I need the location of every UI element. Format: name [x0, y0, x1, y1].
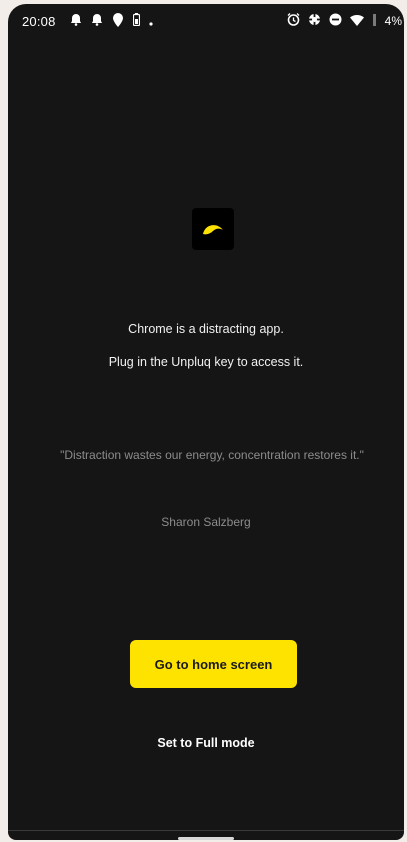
unpluq-logo-icon [192, 208, 234, 250]
status-notification-icons [70, 12, 153, 30]
signal-icon [372, 13, 377, 29]
gesture-navigation-handle[interactable] [178, 837, 234, 840]
quote-author: Sharon Salzberg [161, 515, 251, 529]
alarm-icon [287, 13, 300, 29]
motivational-quote: "Distraction wastes our energy, concentr… [60, 448, 364, 462]
nav-divider [8, 830, 404, 831]
set-full-mode-link[interactable]: Set to Full mode [8, 736, 404, 750]
battery-percentage: 4% [384, 14, 402, 28]
do-not-disturb-icon [329, 13, 342, 29]
status-system-icons: 4% [287, 13, 402, 29]
go-to-home-screen-button[interactable]: Go to home screen [130, 640, 297, 688]
status-time: 20:08 [22, 14, 56, 29]
distracting-app-message: Chrome is a distracting app. [128, 322, 284, 336]
battery-saver-icon [132, 13, 141, 29]
wifi-icon [349, 14, 364, 29]
notification-bell-icon [91, 13, 103, 29]
dot-icon [149, 14, 153, 29]
notification-bell-icon [70, 13, 82, 29]
data-saver-icon [307, 13, 321, 29]
phone-screen: 20:08 4% Chrome is a distracting app. Pl… [8, 4, 404, 840]
unlock-instruction: Plug in the Unpluq key to access it. [108, 355, 304, 369]
maps-pin-icon [112, 12, 124, 30]
status-bar: 20:08 4% [8, 4, 404, 38]
